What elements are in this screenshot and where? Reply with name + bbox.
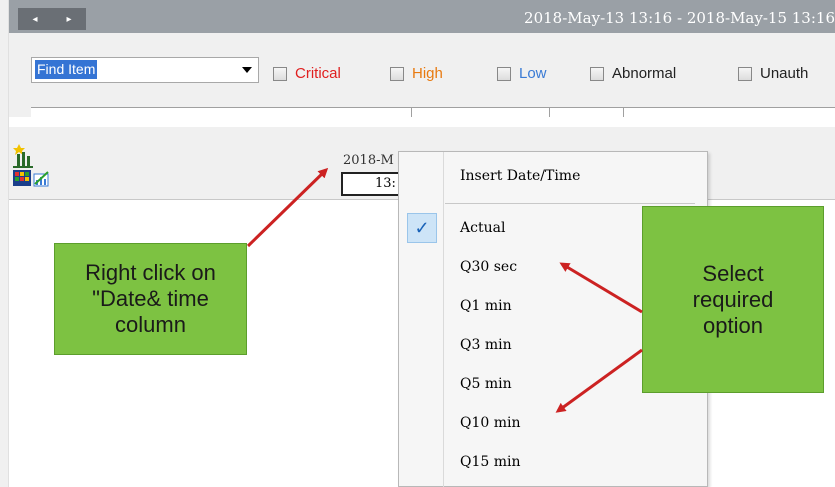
arrow-to-q30-sec [559,262,643,314]
arrow-to-date-column [246,167,329,248]
annotation-arrows [246,167,643,413]
arrow-to-q10-min [555,348,643,413]
